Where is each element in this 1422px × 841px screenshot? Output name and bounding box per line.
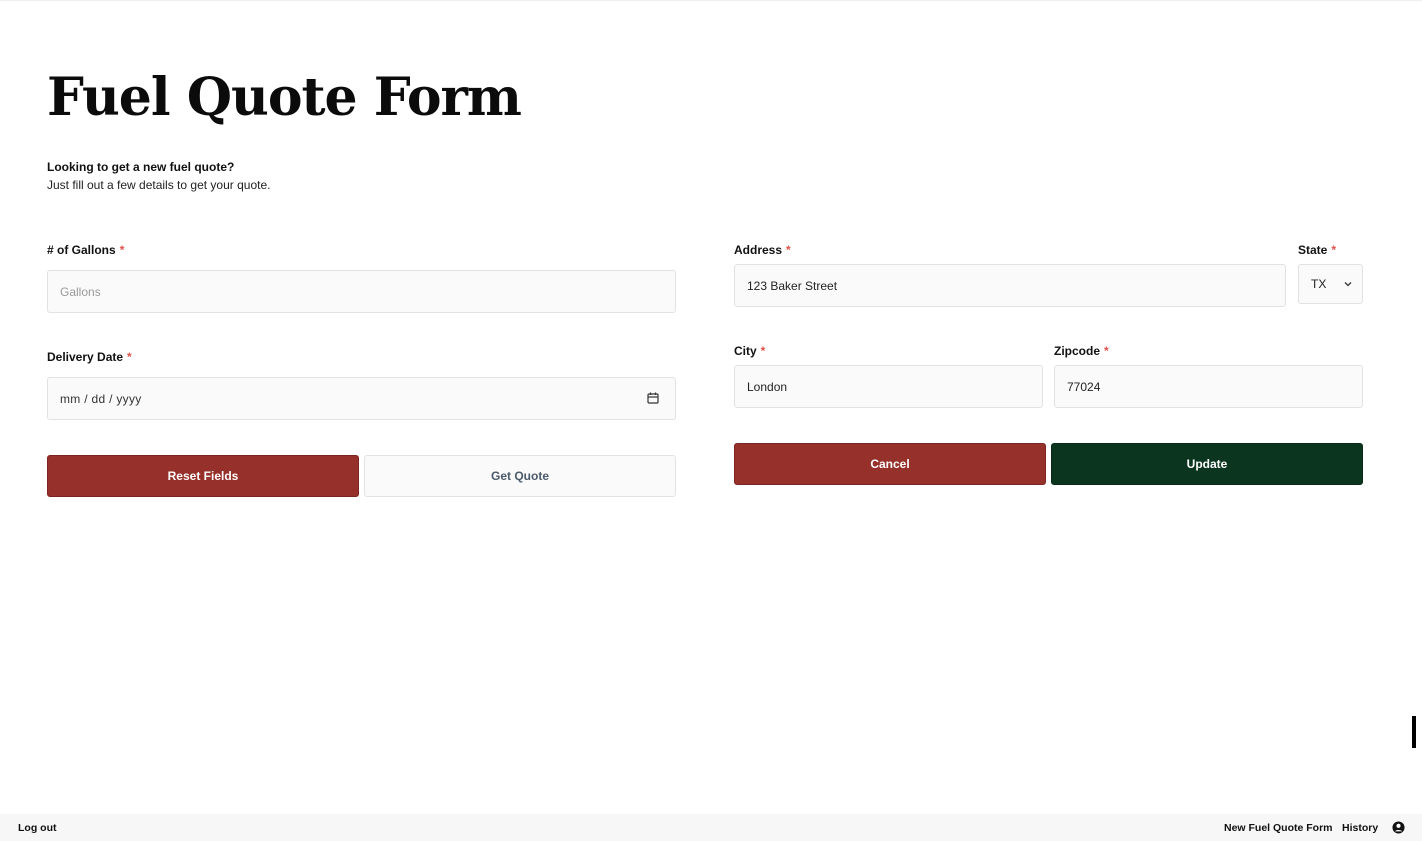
city-label: City *: [734, 344, 765, 358]
zipcode-label-text: Zipcode: [1054, 344, 1101, 358]
state-label-text: State: [1298, 243, 1328, 257]
gallons-input[interactable]: [60, 271, 675, 312]
nav-history-link[interactable]: History: [1342, 822, 1378, 834]
zipcode-value: 77024: [1067, 379, 1101, 394]
address-label-text: Address: [734, 243, 783, 257]
scrollbar-thumb[interactable]: [1412, 716, 1416, 748]
logout-link[interactable]: Log out: [18, 822, 56, 834]
gallons-label: # of Gallons *: [47, 243, 124, 257]
required-marker: *: [786, 243, 791, 257]
reset-fields-button[interactable]: Reset Fields: [47, 455, 359, 497]
city-label-text: City: [734, 344, 757, 358]
state-label: State *: [1298, 243, 1336, 257]
top-divider: [0, 0, 1422, 1]
intro-heading: Looking to get a new fuel quote?: [47, 160, 235, 174]
city-value: London: [747, 379, 788, 394]
update-button[interactable]: Update: [1051, 443, 1363, 485]
gallons-field[interactable]: [47, 270, 676, 313]
address-value: 123 Baker Street: [747, 278, 838, 293]
address-field[interactable]: 123 Baker Street: [734, 264, 1286, 307]
cancel-button[interactable]: Cancel: [734, 443, 1046, 485]
delivery-date-label: Delivery Date *: [47, 350, 132, 364]
required-marker: *: [119, 243, 125, 257]
nav-new-fuel-quote-link[interactable]: New Fuel Quote Form: [1224, 822, 1333, 834]
delivery-date-placeholder: mm / dd / yyyy: [60, 391, 142, 406]
state-select[interactable]: TX: [1298, 264, 1363, 304]
chevron-down-icon: [1344, 282, 1352, 287]
footer-bar: Log out New Fuel Quote Form History: [0, 814, 1422, 841]
delivery-date-field[interactable]: mm / dd / yyyy: [47, 377, 676, 420]
user-circle-icon[interactable]: [1392, 821, 1405, 834]
required-marker: *: [1331, 243, 1337, 257]
gallons-label-text: # of Gallons: [47, 243, 116, 257]
required-marker: *: [1104, 344, 1109, 358]
get-quote-button[interactable]: Get Quote: [364, 455, 676, 497]
page-title: Fuel Quote Form: [47, 67, 522, 128]
required-marker: *: [127, 350, 132, 364]
state-value: TX: [1311, 277, 1327, 291]
delivery-date-label-text: Delivery Date: [47, 350, 124, 364]
zipcode-field[interactable]: 77024: [1054, 365, 1363, 408]
city-field[interactable]: London: [734, 365, 1043, 408]
address-label: Address *: [734, 243, 791, 257]
calendar-icon[interactable]: [647, 392, 659, 404]
intro-text: Just fill out a few details to get your …: [47, 178, 271, 192]
required-marker: *: [760, 344, 766, 358]
zipcode-label: Zipcode *: [1054, 344, 1109, 358]
